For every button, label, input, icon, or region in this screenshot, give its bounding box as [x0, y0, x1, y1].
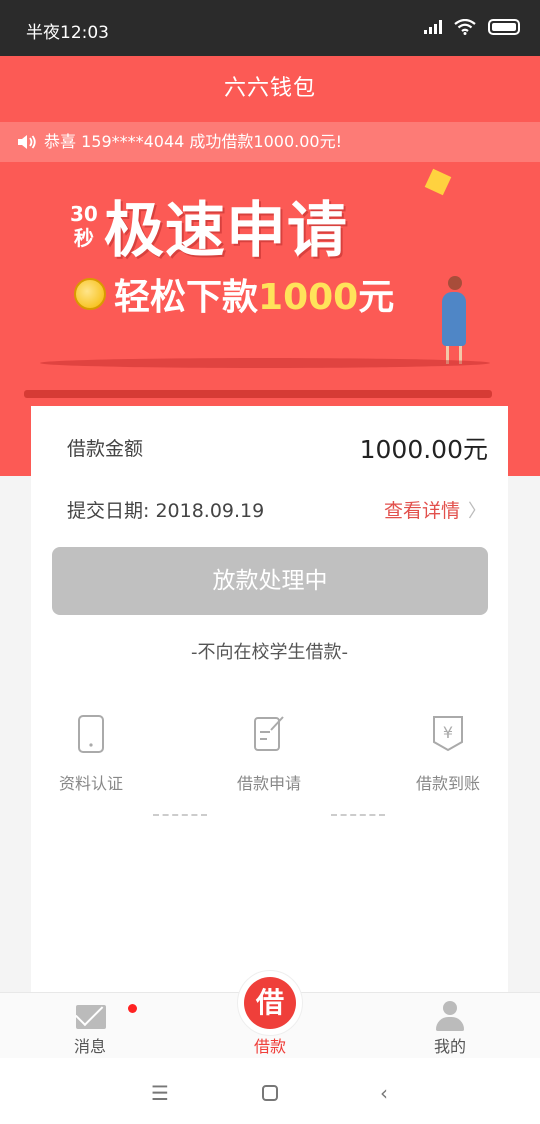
- tab-loan-label: 借款: [253, 1037, 286, 1056]
- yen-receipt-icon: ¥: [433, 716, 463, 752]
- step-connector: [153, 814, 207, 816]
- phone-icon: [78, 715, 104, 753]
- amount-label: 借款金额: [67, 438, 144, 460]
- wifi-icon: [454, 19, 476, 35]
- banner-title: 极速申请: [103, 196, 348, 266]
- page-title: 六六钱包: [0, 56, 540, 122]
- banner-headline: 30 秒 极速申请: [70, 182, 348, 269]
- tab-messages[interactable]: 消息: [30, 993, 150, 1059]
- banner-prefix: 30 秒: [70, 201, 98, 250]
- status-icons: [424, 19, 520, 35]
- step-verification: 资料认证: [31, 714, 151, 794]
- battery-icon: [488, 19, 520, 35]
- step-disbursement: ¥ 借款到账: [388, 714, 508, 794]
- notice-bar: 恭喜 159****4044 成功借款1000.00元!: [0, 122, 540, 162]
- loan-glyph-icon: 借: [244, 977, 296, 1029]
- unread-badge: [128, 1004, 137, 1013]
- svg-text:¥: ¥: [443, 723, 453, 742]
- user-icon: [436, 1001, 464, 1031]
- step-label: 借款申请: [236, 774, 301, 793]
- loan-status-button[interactable]: 放款处理中: [52, 547, 488, 615]
- edit-document-icon: [254, 716, 284, 751]
- loan-card: 借款金额 1000.00元 提交日期: 2018.09.19 查看详情 〉 放款…: [31, 406, 508, 996]
- woman-illustration: [430, 276, 474, 366]
- tab-mine-label: 我的: [433, 1037, 466, 1056]
- view-details-link[interactable]: 查看详情 〉: [384, 496, 486, 523]
- banner-floor-shadow: [40, 358, 490, 368]
- cube-decoration: [424, 168, 452, 196]
- card-slot-rim: [24, 390, 492, 398]
- signal-icon: [424, 20, 442, 34]
- speaker-icon: [18, 135, 36, 149]
- view-details-label: 查看详情: [383, 500, 460, 522]
- student-notice: -不向在校学生借款-: [191, 642, 348, 663]
- mail-icon: [76, 1005, 106, 1029]
- banner-amount: 1000: [258, 277, 359, 318]
- step-label: 借款到账: [415, 774, 480, 793]
- loan-tab-icon[interactable]: 借: [237, 970, 303, 1036]
- progress-steps: 资料认证 借款申请 ¥ 借款到账: [31, 714, 508, 834]
- coin-icon: [74, 278, 106, 310]
- step-application: 借款申请: [209, 714, 329, 794]
- menu-icon[interactable]: ☰: [140, 1078, 180, 1108]
- amount-value: 1000.00元: [359, 435, 488, 464]
- chevron-right-icon: 〉: [468, 500, 486, 522]
- submit-date: 提交日期: 2018.09.19: [67, 500, 265, 522]
- banner-subtitle: 轻松下款1000元: [74, 268, 394, 320]
- back-icon[interactable]: ‹: [364, 1078, 404, 1108]
- status-time: 半夜12:03: [26, 23, 109, 43]
- tab-messages-label: 消息: [73, 1037, 106, 1056]
- status-bar: 半夜12:03: [0, 0, 540, 56]
- notice-text: 恭喜 159****4044 成功借款1000.00元!: [44, 132, 343, 151]
- home-icon[interactable]: [250, 1078, 290, 1108]
- step-connector: [331, 814, 385, 816]
- tab-mine[interactable]: 我的: [390, 993, 510, 1059]
- step-label: 资料认证: [58, 774, 123, 793]
- system-nav-bar: ☰ ‹: [0, 1058, 540, 1124]
